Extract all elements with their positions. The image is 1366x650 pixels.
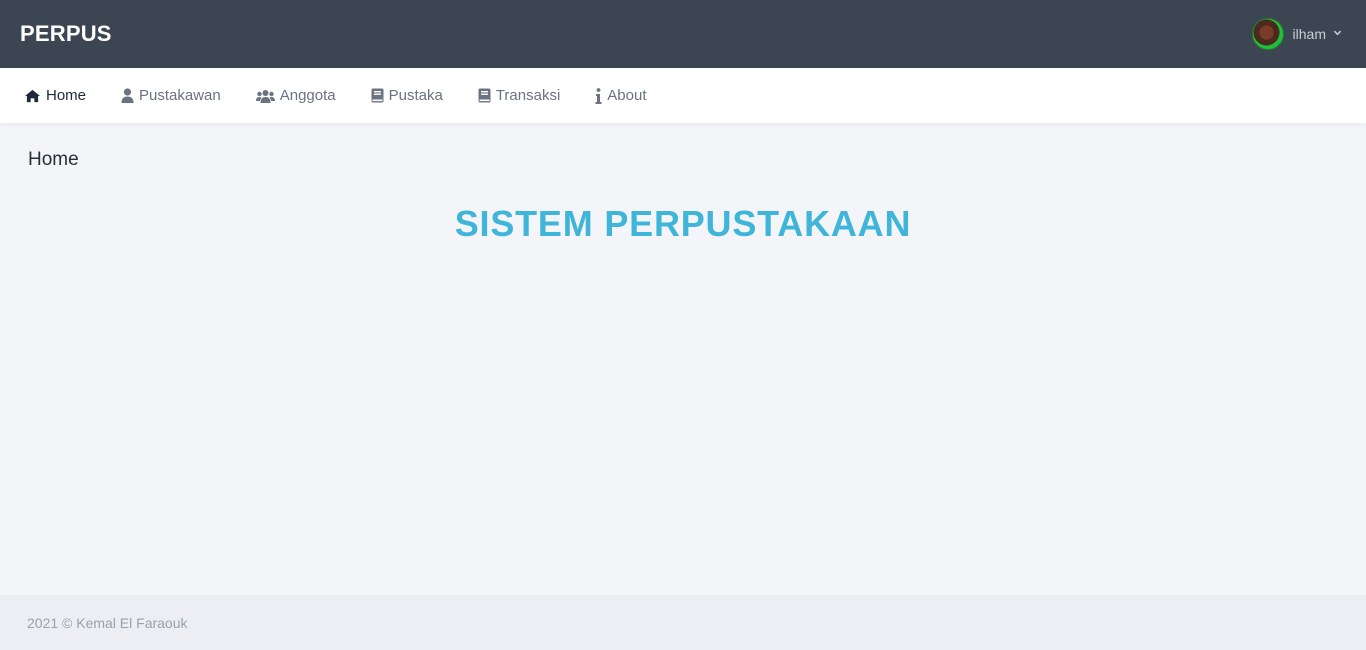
main-nav: Home Pustakawan Anggota Pustaka Transaks… [0,68,1366,123]
nav-item-label: Anggota [279,87,336,104]
user-icon [121,88,134,103]
user-menu[interactable]: ilham [1251,18,1342,50]
info-icon [595,87,602,104]
brand-logo[interactable]: PERPUS [20,21,112,47]
hero-title: SISTEM PERPUSTAKAAN [454,203,912,244]
chevron-down-icon[interactable] [1333,28,1342,40]
nav-item-pustaka[interactable]: Pustaka [371,68,443,123]
book-icon [478,88,491,103]
nav-item-label: Home [46,87,87,104]
nav-item-about[interactable]: About [595,68,647,123]
avatar[interactable] [1251,18,1284,50]
page-title: Home [28,149,79,170]
top-header: PERPUS ilham [0,0,1366,68]
nav-item-home[interactable]: Home [24,68,86,123]
nav-item-label: Pustaka [388,87,443,104]
nav-item-label: About [607,87,647,104]
nav-item-anggota[interactable]: Anggota [255,68,336,123]
nav-item-label: Pustakawan [139,87,221,104]
nav-item-label: Transaksi [495,87,561,104]
home-icon [24,89,41,103]
book-icon [371,88,384,103]
user-name[interactable]: ilham [1293,26,1326,42]
users-icon [255,89,275,103]
footer-copyright: 2021 © Kemal El Faraouk [27,614,188,631]
footer: 2021 © Kemal El Faraouk [0,595,1366,650]
nav-item-transaksi[interactable]: Transaksi [478,68,560,123]
nav-item-pustakawan[interactable]: Pustakawan [121,68,221,123]
